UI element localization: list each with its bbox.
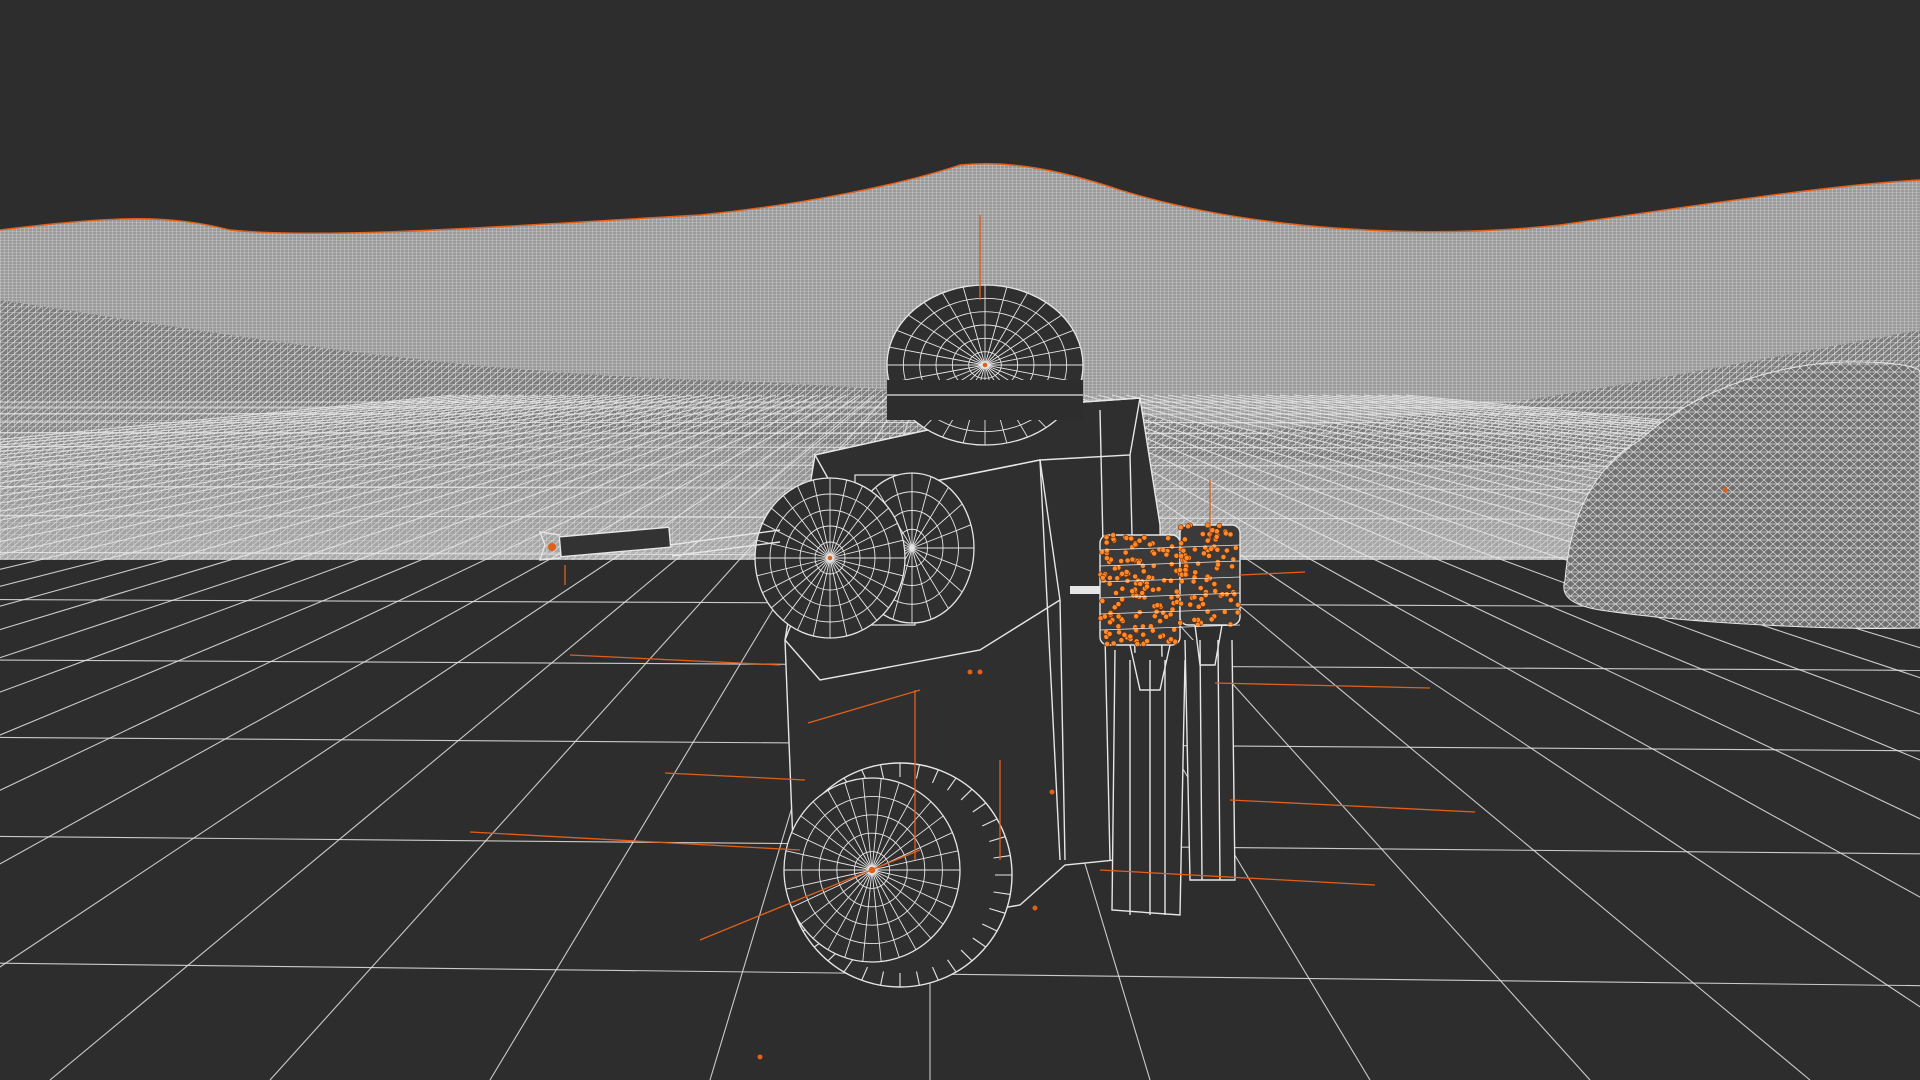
side-drum[interactable]: [754, 472, 975, 639]
wireframe-scene[interactable]: [0, 0, 1920, 1080]
gripper-joint: [548, 543, 556, 551]
wheel[interactable]: [783, 762, 1013, 988]
antenna-dish[interactable]: [886, 284, 1084, 446]
3d-viewport[interactable]: [0, 0, 1920, 1080]
